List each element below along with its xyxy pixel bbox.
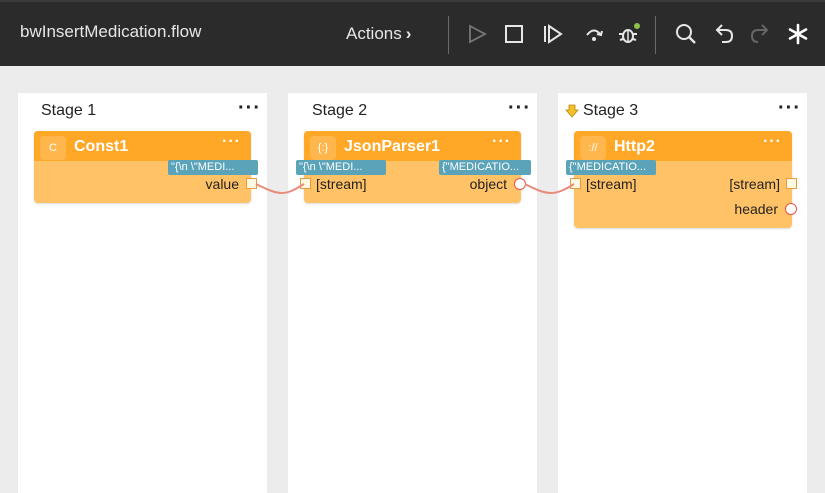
debug-bug-icon[interactable] xyxy=(615,20,643,48)
toolbar-divider xyxy=(448,16,449,54)
asterisk-icon[interactable] xyxy=(784,20,812,48)
toolbar-divider xyxy=(655,16,656,54)
node-name: Const1 xyxy=(74,138,129,155)
stage-title: Stage 3 xyxy=(583,102,639,119)
output-port-header[interactable] xyxy=(785,203,797,215)
arrow-down-icon xyxy=(565,104,579,118)
flow-title: bwInsertMedication.flow xyxy=(20,22,202,41)
node-more-menu-icon[interactable]: ··· xyxy=(492,133,511,151)
chevron-right-icon: › xyxy=(405,24,412,43)
output-object-tooltip: {"MEDICATIO... xyxy=(439,160,531,175)
input-port-label: [stream] xyxy=(316,176,367,192)
step-run-icon[interactable] xyxy=(538,20,566,48)
node-header: C Const1 ··· xyxy=(34,131,251,161)
undo-icon[interactable] xyxy=(710,20,738,48)
http-icon: :// xyxy=(580,136,606,160)
toolbar: bwInsertMedication.flow Actions › xyxy=(0,0,825,66)
actions-label: Actions xyxy=(346,24,402,43)
const-icon: C xyxy=(40,136,66,160)
node-http2[interactable]: :// Http2 ··· [stream] [stream] header xyxy=(570,131,797,228)
stage-more-menu-icon[interactable]: ··· xyxy=(508,97,531,120)
output-port-label: value xyxy=(205,176,239,192)
redo-icon[interactable] xyxy=(746,20,774,48)
input-port-label: [stream] xyxy=(586,176,637,192)
step-over-icon[interactable] xyxy=(580,20,608,48)
output-port-stream[interactable] xyxy=(786,178,797,189)
run-icon[interactable] xyxy=(463,20,491,48)
node-name: JsonParser1 xyxy=(344,138,441,155)
node-more-menu-icon[interactable]: ··· xyxy=(222,133,241,151)
stage-more-menu-icon[interactable]: ··· xyxy=(778,97,801,120)
actions-menu-button[interactable]: Actions › xyxy=(346,24,411,44)
input-stream-tooltip: "{\n \"MEDI... xyxy=(296,160,386,175)
stop-icon[interactable] xyxy=(500,20,528,48)
node-name: Http2 xyxy=(614,138,655,155)
input-port-stream[interactable] xyxy=(570,178,581,189)
node-header: {:} JsonParser1 ··· xyxy=(304,131,521,161)
output-port-object[interactable] xyxy=(514,178,526,190)
stage-more-menu-icon[interactable]: ··· xyxy=(238,97,261,120)
output-port-label: [stream] xyxy=(729,176,780,192)
flow-canvas[interactable]: Stage 1 ··· Stage 2 ··· Stage 3 ··· C Co… xyxy=(0,66,825,493)
output-port-value[interactable] xyxy=(246,178,257,189)
input-port-stream[interactable] xyxy=(300,178,311,189)
stage-title: Stage 2 xyxy=(312,102,368,119)
search-icon[interactable] xyxy=(672,20,700,48)
output-port-label: header xyxy=(734,201,778,217)
stage-title: Stage 1 xyxy=(41,102,97,119)
output-port-label: object xyxy=(469,176,507,192)
json-parser-icon: {:} xyxy=(310,136,336,160)
input-stream-tooltip: {"MEDICATIO... xyxy=(566,160,656,175)
node-more-menu-icon[interactable]: ··· xyxy=(763,133,782,151)
output-value-tooltip: "{\n \"MEDI... xyxy=(168,160,258,175)
node-header: :// Http2 ··· xyxy=(574,131,792,161)
